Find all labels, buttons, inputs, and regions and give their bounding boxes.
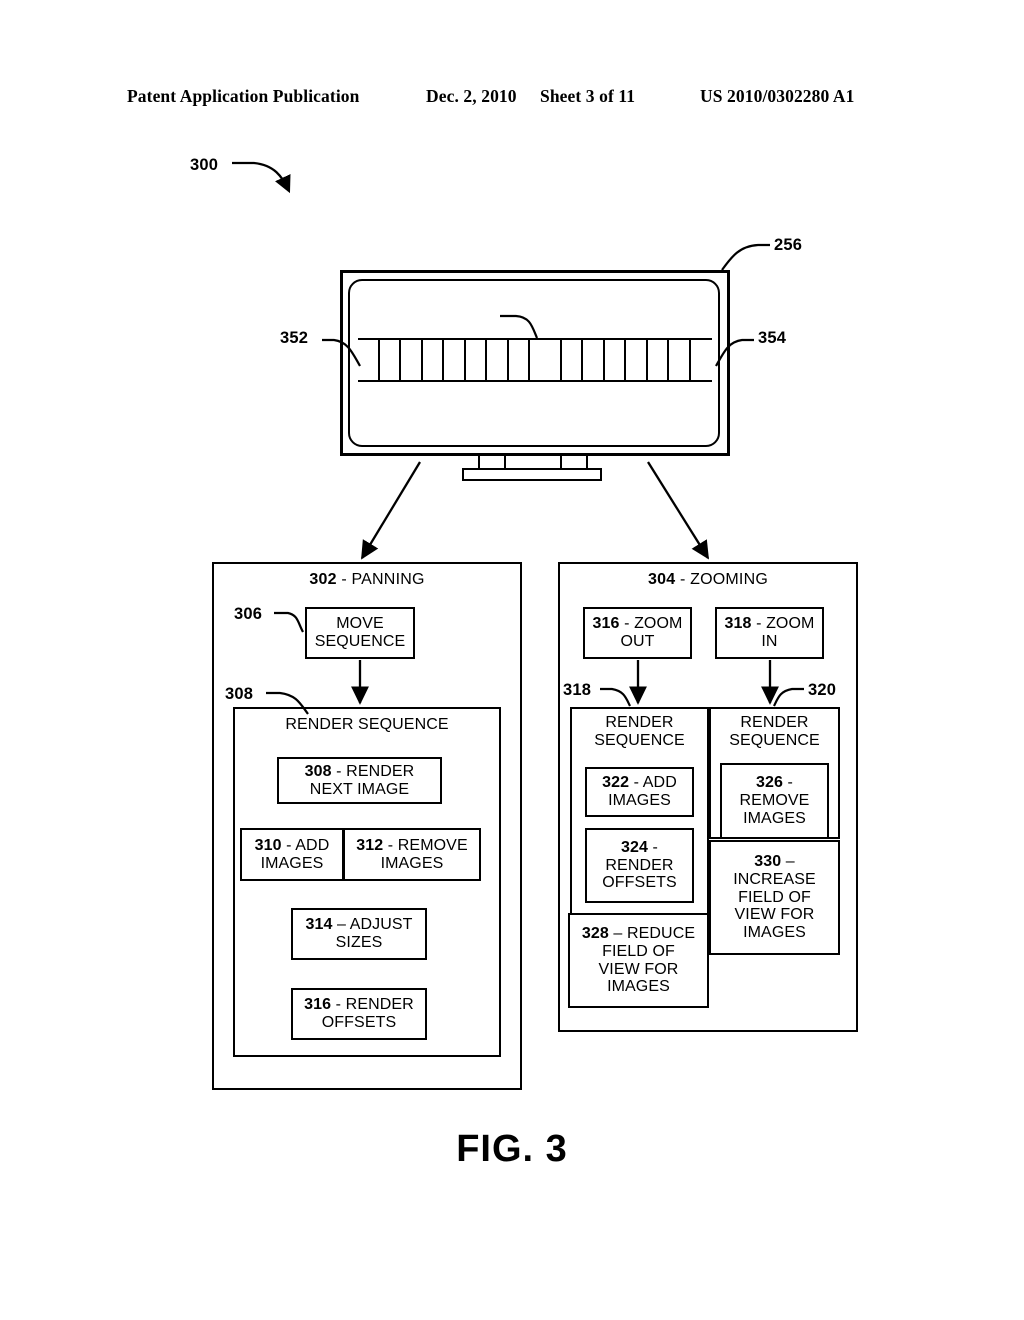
step-330-increase-field-of-view[interactable]: 330 – INCREASE FIELD OF VIEW FOR IMAGES <box>709 840 840 955</box>
step-330-text: INCREASE FIELD OF VIEW FOR IMAGES <box>733 870 816 942</box>
step-326-text: REMOVE IMAGES <box>739 792 810 827</box>
ref-label-352: 352 <box>280 329 309 347</box>
ref-label-318: 318 <box>563 681 592 699</box>
ref-label-354: 354 <box>758 329 787 347</box>
step-312-separator: - <box>383 836 398 854</box>
step-314-label: 314 – ADJUST SIZES <box>305 916 412 952</box>
step-324-number: 324 <box>621 838 648 856</box>
leader-300 <box>232 161 291 194</box>
step-314-number: 314 <box>305 916 333 934</box>
step-316-number: 316 <box>304 996 332 1014</box>
step-324-separator: - <box>648 838 658 856</box>
step-328-number: 328 <box>581 924 609 942</box>
zoom-in-number: 318 <box>724 615 752 633</box>
patent-figure: 300 256 350 352 354 302 - PANNING 306 30… <box>0 0 1024 1320</box>
step-316-render-offsets[interactable]: 316 - RENDER OFFSETS <box>291 988 427 1040</box>
ref-label-306: 306 <box>234 605 263 623</box>
zoom-in-text: ZOOM IN <box>761 615 815 650</box>
step-322-separator: - <box>629 774 643 792</box>
strip-cell[interactable] <box>358 340 380 380</box>
arrow-display-to-panning <box>361 461 421 560</box>
step-326-separator: - <box>783 774 793 792</box>
strip-cell[interactable] <box>669 340 691 380</box>
zooming-title-number: 304 <box>648 571 676 588</box>
zoom-in-separator: - <box>751 615 767 633</box>
monitor-stand-base <box>462 468 602 481</box>
step-312-label: 312 - REMOVE IMAGES <box>356 837 467 873</box>
step-326-number: 326 <box>756 774 783 792</box>
step-328-separator: – <box>608 924 627 942</box>
strip-cell[interactable] <box>422 340 444 380</box>
zoom-out-label: 316 - ZOOM OUT <box>593 615 683 651</box>
step-312-remove-images[interactable]: 312 - REMOVE IMAGES <box>343 828 481 881</box>
step-326-label: 326 - REMOVE IMAGES <box>722 774 827 828</box>
strip-cell[interactable] <box>487 340 509 380</box>
move-sequence-label: MOVE SEQUENCE <box>314 615 406 650</box>
step-326-remove-images[interactable]: 326 - REMOVE IMAGES <box>720 763 829 839</box>
image-sequence-strip <box>358 338 712 382</box>
strip-cell[interactable] <box>444 340 466 380</box>
step-330-separator: – <box>781 852 795 870</box>
zooming-title-separator: - <box>675 571 691 588</box>
step-314-separator: – <box>332 916 350 934</box>
step-312-number: 312 <box>356 836 384 854</box>
step-308-label: 308 - RENDER NEXT IMAGE <box>305 763 415 799</box>
strip-cell[interactable] <box>561 340 583 380</box>
step-328-label: 328 – REDUCE FIELD OF VIEW FOR IMAGES <box>582 925 695 997</box>
panning-render-sequence-heading: RENDER SEQUENCE <box>285 716 449 733</box>
arrow-display-to-zooming <box>647 461 709 560</box>
panning-title-text: PANNING <box>351 571 425 588</box>
step-330-label: 330 – INCREASE FIELD OF VIEW FOR IMAGES <box>711 853 838 943</box>
step-310-label: 310 - ADD IMAGES <box>255 837 330 873</box>
step-310-number: 310 <box>254 836 282 854</box>
strip-cell[interactable] <box>626 340 648 380</box>
step-308-render-next-image[interactable]: 308 - RENDER NEXT IMAGE <box>277 757 442 804</box>
step-310-separator: - <box>281 836 296 854</box>
strip-cell[interactable] <box>690 340 712 380</box>
strip-cell[interactable] <box>379 340 401 380</box>
step-316-zoom-out[interactable]: 316 - ZOOM OUT <box>583 607 692 659</box>
zoom-out-separator: - <box>619 615 635 633</box>
strip-cell[interactable] <box>647 340 669 380</box>
move-sequence-box[interactable]: MOVE SEQUENCE <box>305 607 415 659</box>
ref-label-256: 256 <box>774 236 803 254</box>
ref-label-308-outer: 308 <box>225 685 254 703</box>
leader-256 <box>721 243 770 271</box>
step-328-reduce-field-of-view[interactable]: 328 – REDUCE FIELD OF VIEW FOR IMAGES <box>568 913 709 1008</box>
step-322-add-images[interactable]: 322 - ADD IMAGES <box>585 767 694 817</box>
step-318-zoom-in[interactable]: 318 - ZOOM IN <box>715 607 824 659</box>
zoom-in-label: 318 - ZOOM IN <box>725 615 815 651</box>
panning-title-separator: - <box>336 571 352 588</box>
zoom-out-render-sequence-heading: RENDER SEQUENCE <box>594 714 685 749</box>
zooming-title-text: ZOOMING <box>690 571 768 588</box>
panning-title-number: 302 <box>309 571 337 588</box>
step-322-label: 322 - ADD IMAGES <box>602 774 677 810</box>
step-330-number: 330 <box>754 852 782 870</box>
step-324-text: RENDER OFFSETS <box>602 856 677 892</box>
strip-cell[interactable] <box>401 340 423 380</box>
step-324-label: 324 - RENDER OFFSETS <box>587 839 692 893</box>
step-314-adjust-sizes[interactable]: 314 – ADJUST SIZES <box>291 908 427 960</box>
strip-cell[interactable] <box>508 340 530 380</box>
step-324-render-offsets[interactable]: 324 - RENDER OFFSETS <box>585 828 694 903</box>
zoom-out-number: 316 <box>592 615 620 633</box>
strip-cell[interactable] <box>583 340 605 380</box>
strip-cell[interactable] <box>465 340 487 380</box>
ref-label-300: 300 <box>190 156 219 174</box>
step-310-add-images[interactable]: 310 - ADD IMAGES <box>240 828 344 881</box>
step-308-separator: - <box>331 762 347 780</box>
step-316-separator: - <box>331 996 346 1014</box>
panning-branch-title: 302 - PANNING <box>212 571 522 589</box>
step-308-number: 308 <box>304 762 332 780</box>
figure-caption: FIG. 3 <box>456 1128 568 1170</box>
ref-label-320: 320 <box>808 681 837 699</box>
step-316-label: 316 - RENDER OFFSETS <box>304 996 414 1032</box>
strip-cell[interactable] <box>604 340 626 380</box>
step-322-number: 322 <box>602 774 630 792</box>
zoom-in-render-sequence-heading: RENDER SEQUENCE <box>729 714 820 749</box>
strip-cell-selected[interactable] <box>530 340 562 380</box>
zooming-branch-title: 304 - ZOOMING <box>558 571 858 589</box>
